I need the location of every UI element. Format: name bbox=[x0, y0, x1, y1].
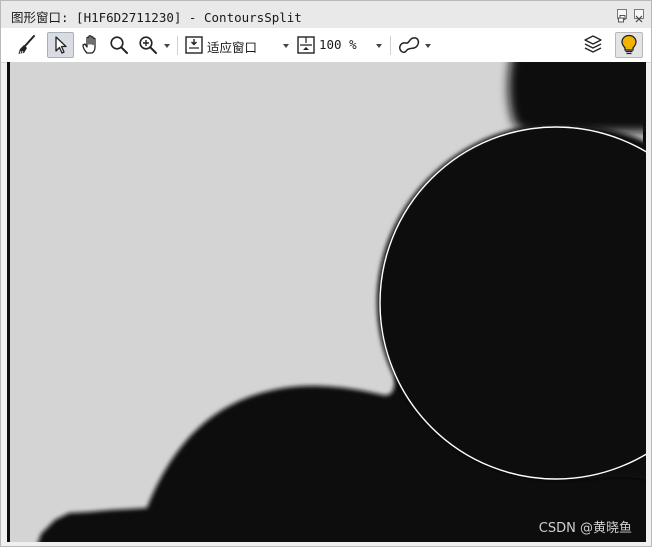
image-canvas[interactable]: CSDN @黄晓鱼 bbox=[7, 62, 646, 542]
toolbar: 适应窗口 100 % bbox=[1, 28, 651, 63]
hand-icon bbox=[82, 35, 96, 54]
lightbulb-icon bbox=[621, 34, 637, 55]
pointer-button[interactable] bbox=[47, 32, 74, 58]
pan-button[interactable] bbox=[78, 32, 104, 58]
watermark: CSDN @黄晓鱼 bbox=[538, 521, 632, 536]
brush-icon bbox=[17, 35, 35, 55]
zoom-in-button[interactable] bbox=[135, 32, 161, 58]
fit-window-label[interactable]: 适应窗口 bbox=[207, 37, 257, 56]
close-icon[interactable] bbox=[634, 9, 644, 23]
pointer-icon bbox=[54, 36, 67, 54]
zoom-in-dropdown-icon[interactable] bbox=[164, 44, 170, 48]
top-right-object bbox=[508, 62, 646, 132]
layers-button[interactable] bbox=[580, 32, 606, 58]
graphics-window: 图形窗口: [H1F6D2711230] - ContoursSplit 适应窗… bbox=[0, 0, 652, 547]
restore-icon[interactable] bbox=[617, 9, 627, 23]
fit-window-icon[interactable] bbox=[183, 32, 205, 58]
magnifier-icon bbox=[110, 36, 128, 54]
roi-shape-icon bbox=[399, 37, 420, 54]
zoom-percent-dropdown-icon[interactable] bbox=[376, 44, 382, 48]
roi-shape-dropdown-icon[interactable] bbox=[425, 44, 431, 48]
zoom-percent-label[interactable]: 100 % bbox=[319, 37, 357, 52]
brush-button[interactable] bbox=[13, 32, 39, 58]
tips-button[interactable] bbox=[615, 32, 643, 58]
layers-icon bbox=[584, 35, 602, 53]
title-bar: 图形窗口: [H1F6D2711230] - ContoursSplit bbox=[1, 1, 651, 28]
toolbar-separator bbox=[390, 36, 391, 55]
zoom-percent-icon[interactable] bbox=[295, 32, 317, 58]
zoom-in-icon bbox=[139, 36, 157, 54]
window-title: 图形窗口: [H1F6D2711230] - ContoursSplit bbox=[11, 10, 302, 25]
toolbar-separator bbox=[177, 36, 178, 55]
roi-shape-button[interactable] bbox=[395, 32, 423, 58]
zoom-button[interactable] bbox=[106, 32, 132, 58]
fit-window-dropdown-icon[interactable] bbox=[283, 44, 289, 48]
